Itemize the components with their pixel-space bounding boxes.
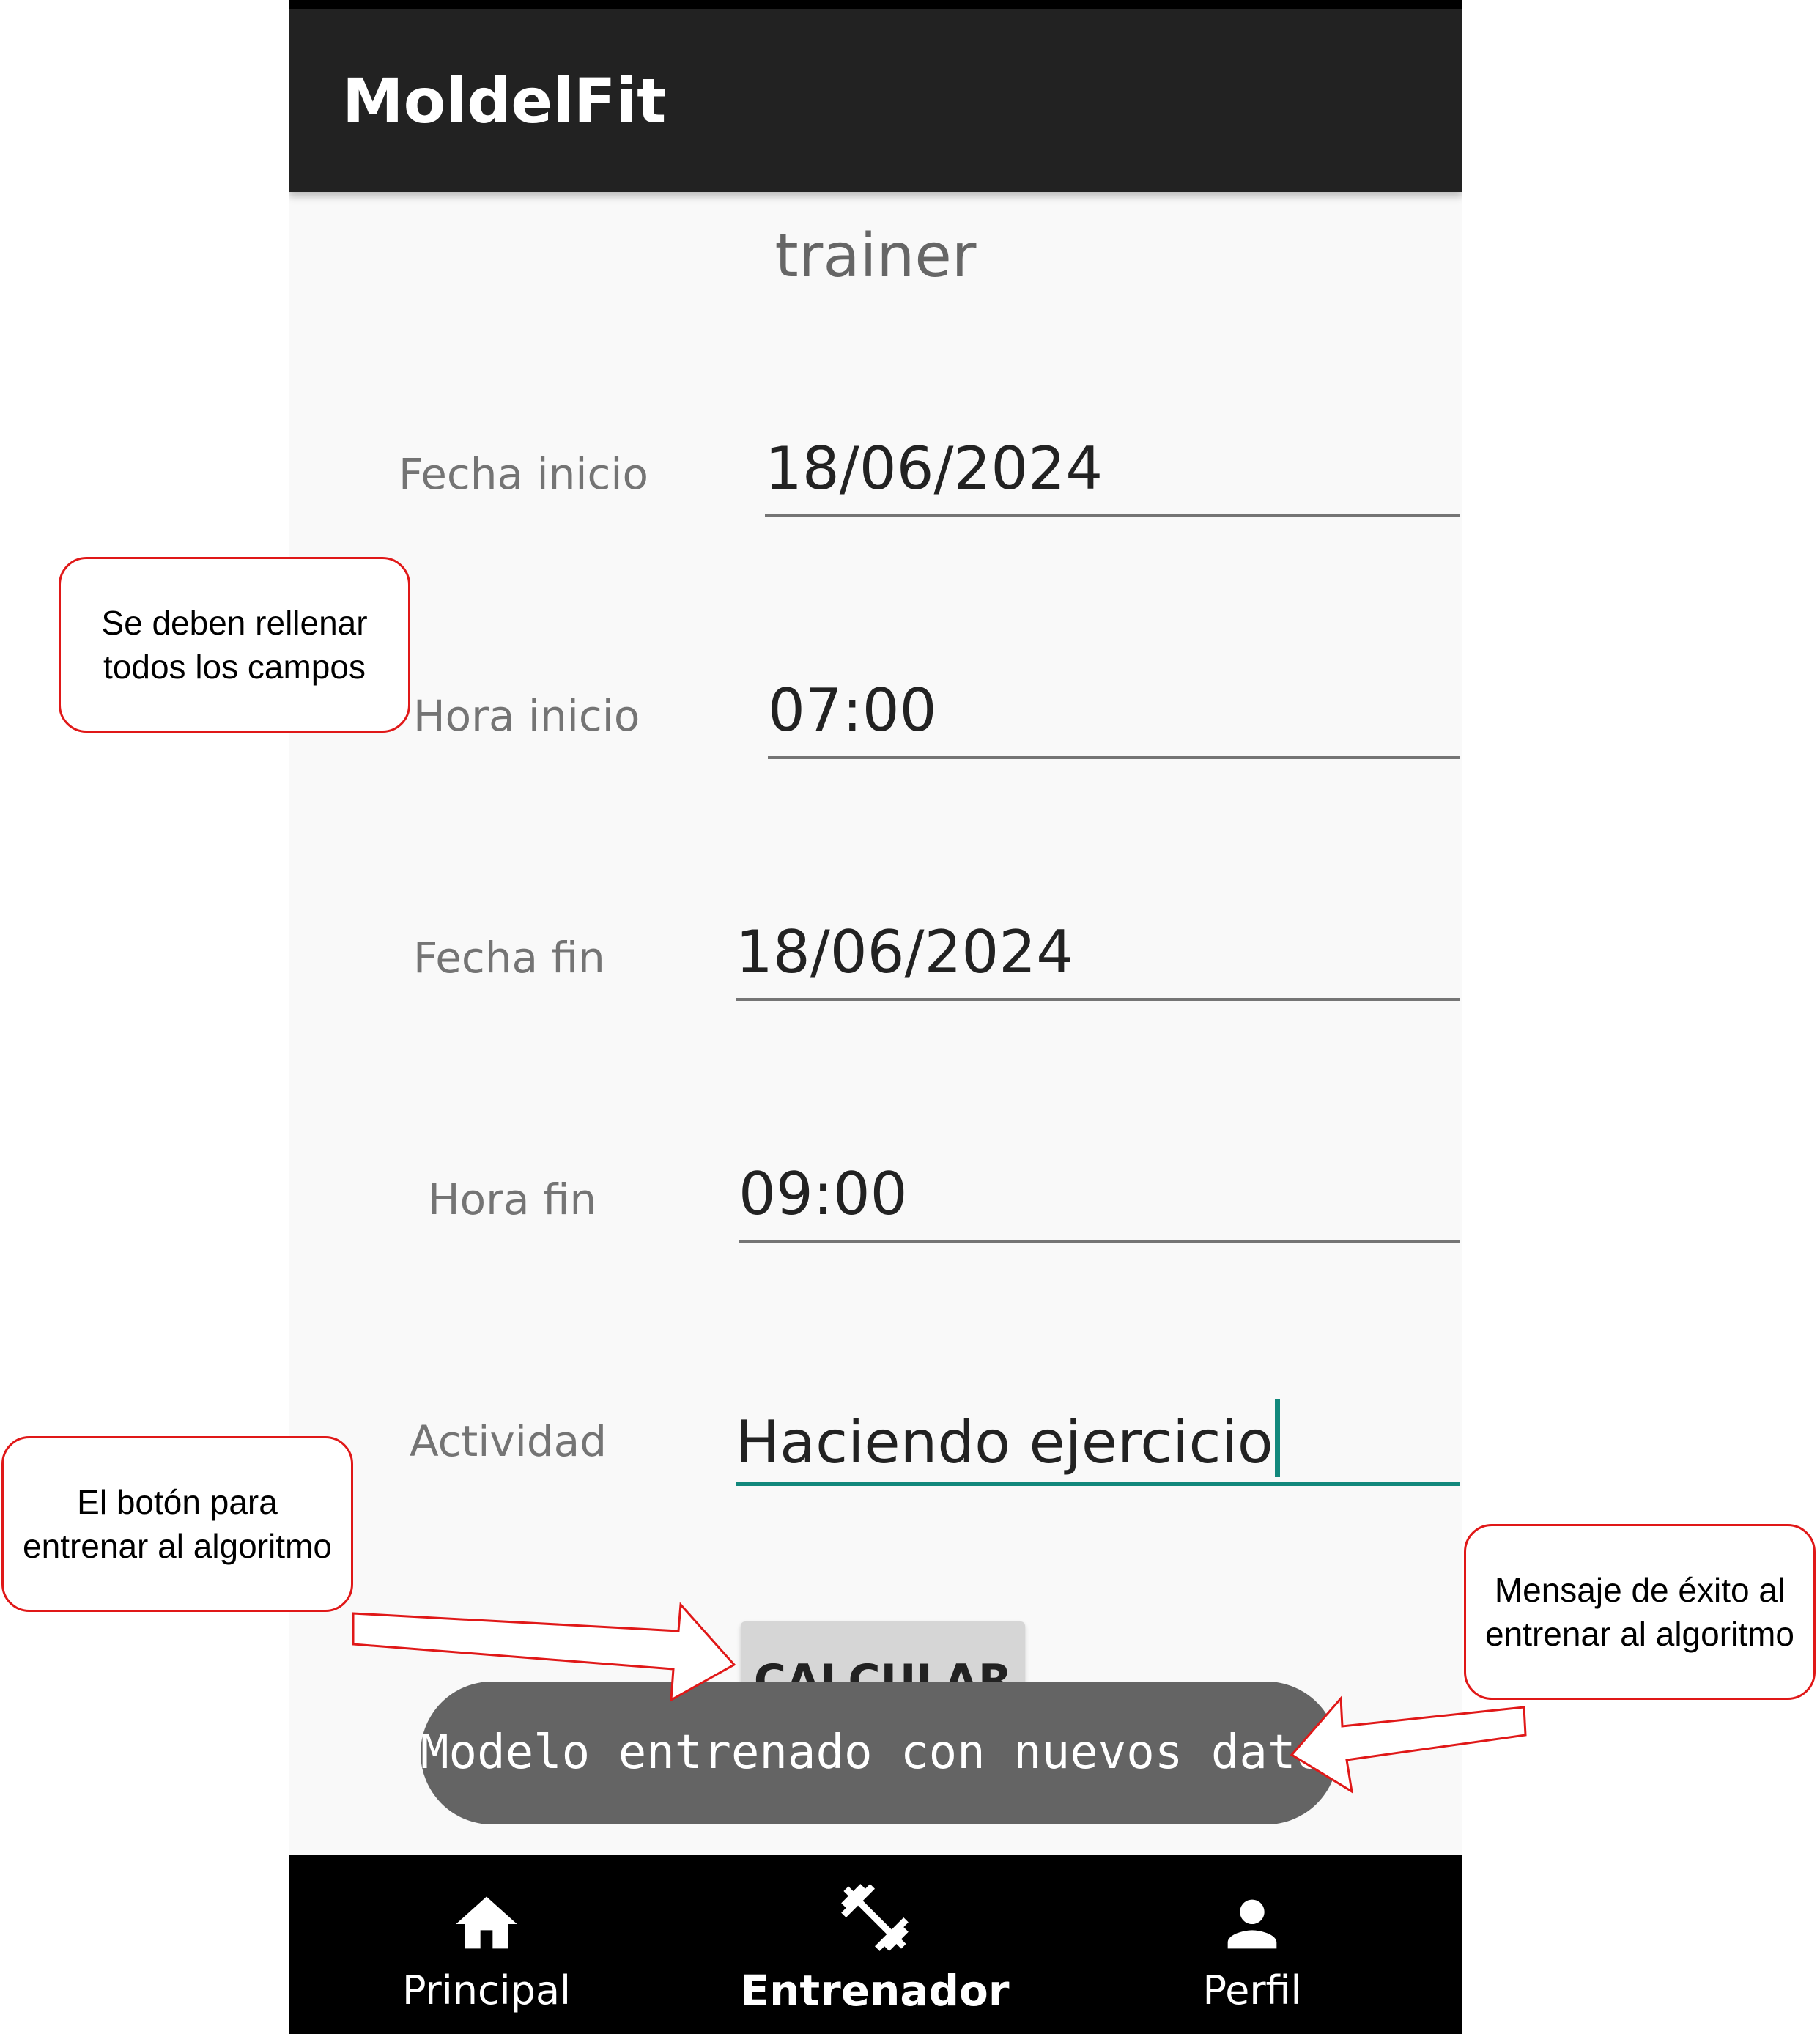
arrow-to-toast-icon [1290, 1695, 1527, 1794]
annotation-arrows [352, 1602, 1527, 1794]
arrow-to-button-icon [352, 1602, 736, 1702]
